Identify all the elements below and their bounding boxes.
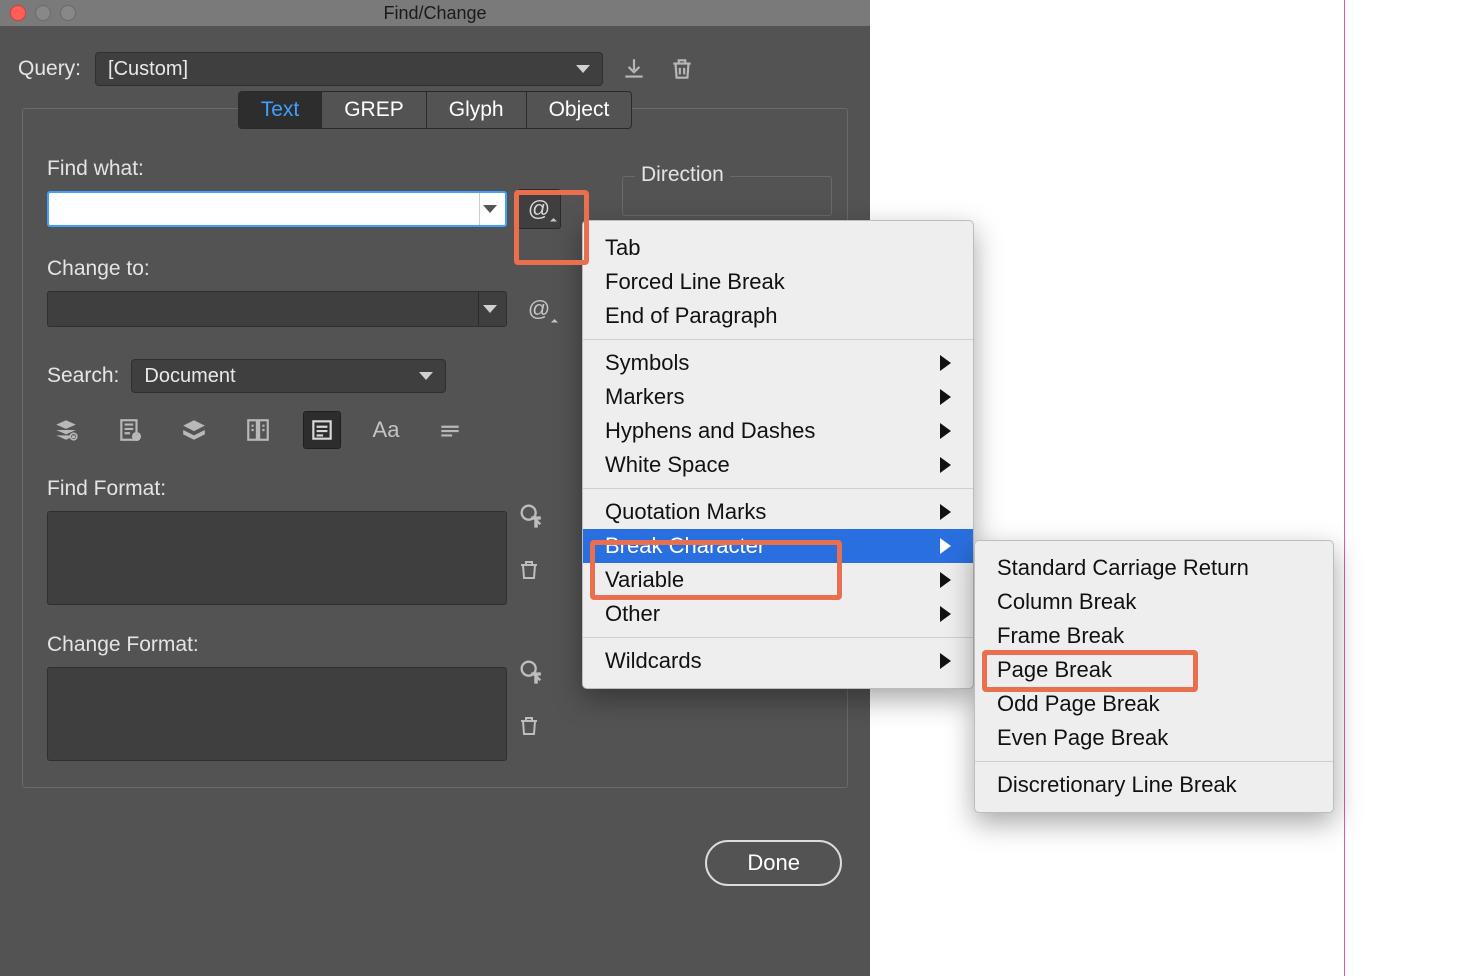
find-format-box[interactable]: [47, 511, 507, 605]
close-icon[interactable]: [10, 5, 26, 21]
menu-separator: [583, 339, 973, 340]
chevron-down-icon: [419, 372, 433, 380]
mode-tabs: Text GREP Glyph Object: [47, 91, 823, 129]
search-scope-value: Document: [144, 365, 235, 388]
menu-item-end-of-paragraph[interactable]: End of Paragraph: [583, 299, 973, 333]
save-query-button[interactable]: [617, 52, 651, 86]
tab-object[interactable]: Object: [527, 92, 632, 128]
menu-item-hyphens[interactable]: Hyphens and Dashes: [583, 414, 973, 448]
change-to-input[interactable]: [47, 291, 507, 327]
svg-text:T: T: [532, 671, 540, 685]
footnotes-icon[interactable]: [303, 411, 341, 449]
minimize-icon[interactable]: [35, 5, 51, 21]
menu-item-wildcards[interactable]: Wildcards: [583, 644, 973, 678]
tab-grep[interactable]: GREP: [322, 92, 427, 128]
clear-change-format-button[interactable]: [517, 714, 545, 743]
menu-item-white-space[interactable]: White Space: [583, 448, 973, 482]
menu-separator: [975, 761, 1333, 762]
submenu-item-column-break[interactable]: Column Break: [975, 585, 1333, 619]
specify-find-format-button[interactable]: T: [517, 501, 545, 534]
menu-item-quotation-marks[interactable]: Quotation Marks: [583, 495, 973, 529]
menu-item-forced-line-break[interactable]: Forced Line Break: [583, 265, 973, 299]
special-character-menu: Tab Forced Line Break End of Paragraph S…: [582, 220, 974, 689]
hidden-layers-icon[interactable]: [175, 411, 213, 449]
menu-item-variable[interactable]: Variable: [583, 563, 973, 597]
change-format-box[interactable]: [47, 667, 507, 761]
direction-label: Direction: [635, 163, 730, 187]
submenu-item-standard-carriage-return[interactable]: Standard Carriage Return: [975, 551, 1333, 585]
break-character-submenu: Standard Carriage Return Column Break Fr…: [974, 540, 1334, 813]
svg-text:T: T: [532, 515, 540, 529]
window-title: Find/Change: [383, 3, 486, 24]
submenu-item-page-break[interactable]: Page Break: [975, 653, 1333, 687]
menu-item-symbols[interactable]: Symbols: [583, 346, 973, 380]
clear-find-format-button[interactable]: [517, 558, 545, 587]
find-what-history-dropdown[interactable]: [479, 193, 499, 225]
menu-item-markers[interactable]: Markers: [583, 380, 973, 414]
specify-change-format-button[interactable]: T: [517, 657, 545, 690]
done-button[interactable]: Done: [705, 840, 842, 886]
search-label: Search:: [47, 364, 119, 388]
change-special-character-button[interactable]: @: [517, 289, 561, 329]
tab-text[interactable]: Text: [239, 92, 323, 128]
whole-word-icon[interactable]: [431, 411, 469, 449]
find-special-character-button[interactable]: @: [517, 189, 561, 229]
document-canvas-edge: [1344, 0, 1460, 976]
chevron-down-icon: [576, 65, 590, 73]
locked-stories-icon[interactable]: [111, 411, 149, 449]
zoom-icon[interactable]: [60, 5, 76, 21]
query-label: Query:: [18, 57, 81, 81]
find-what-input[interactable]: [47, 191, 507, 227]
submenu-item-even-page-break[interactable]: Even Page Break: [975, 721, 1333, 755]
locked-layers-icon[interactable]: [47, 411, 85, 449]
submenu-item-discretionary-line-break[interactable]: Discretionary Line Break: [975, 768, 1333, 802]
menu-item-break-character[interactable]: Break Character: [583, 529, 973, 563]
master-pages-icon[interactable]: [239, 411, 277, 449]
menu-separator: [583, 637, 973, 638]
tab-glyph[interactable]: Glyph: [427, 92, 527, 128]
direction-fieldset: Direction: [622, 176, 832, 216]
change-to-history-dropdown[interactable]: [478, 292, 500, 326]
window-controls: [10, 5, 76, 21]
query-select[interactable]: [Custom]: [95, 52, 603, 86]
titlebar: Find/Change: [0, 0, 870, 26]
query-select-value: [Custom]: [108, 58, 188, 81]
delete-query-button[interactable]: [665, 52, 699, 86]
search-scope-select[interactable]: Document: [131, 359, 446, 393]
case-sensitive-icon[interactable]: Aa: [367, 411, 405, 449]
submenu-item-odd-page-break[interactable]: Odd Page Break: [975, 687, 1333, 721]
menu-item-tab[interactable]: Tab: [583, 231, 973, 265]
submenu-item-frame-break[interactable]: Frame Break: [975, 619, 1333, 653]
menu-separator: [583, 488, 973, 489]
menu-item-other[interactable]: Other: [583, 597, 973, 631]
